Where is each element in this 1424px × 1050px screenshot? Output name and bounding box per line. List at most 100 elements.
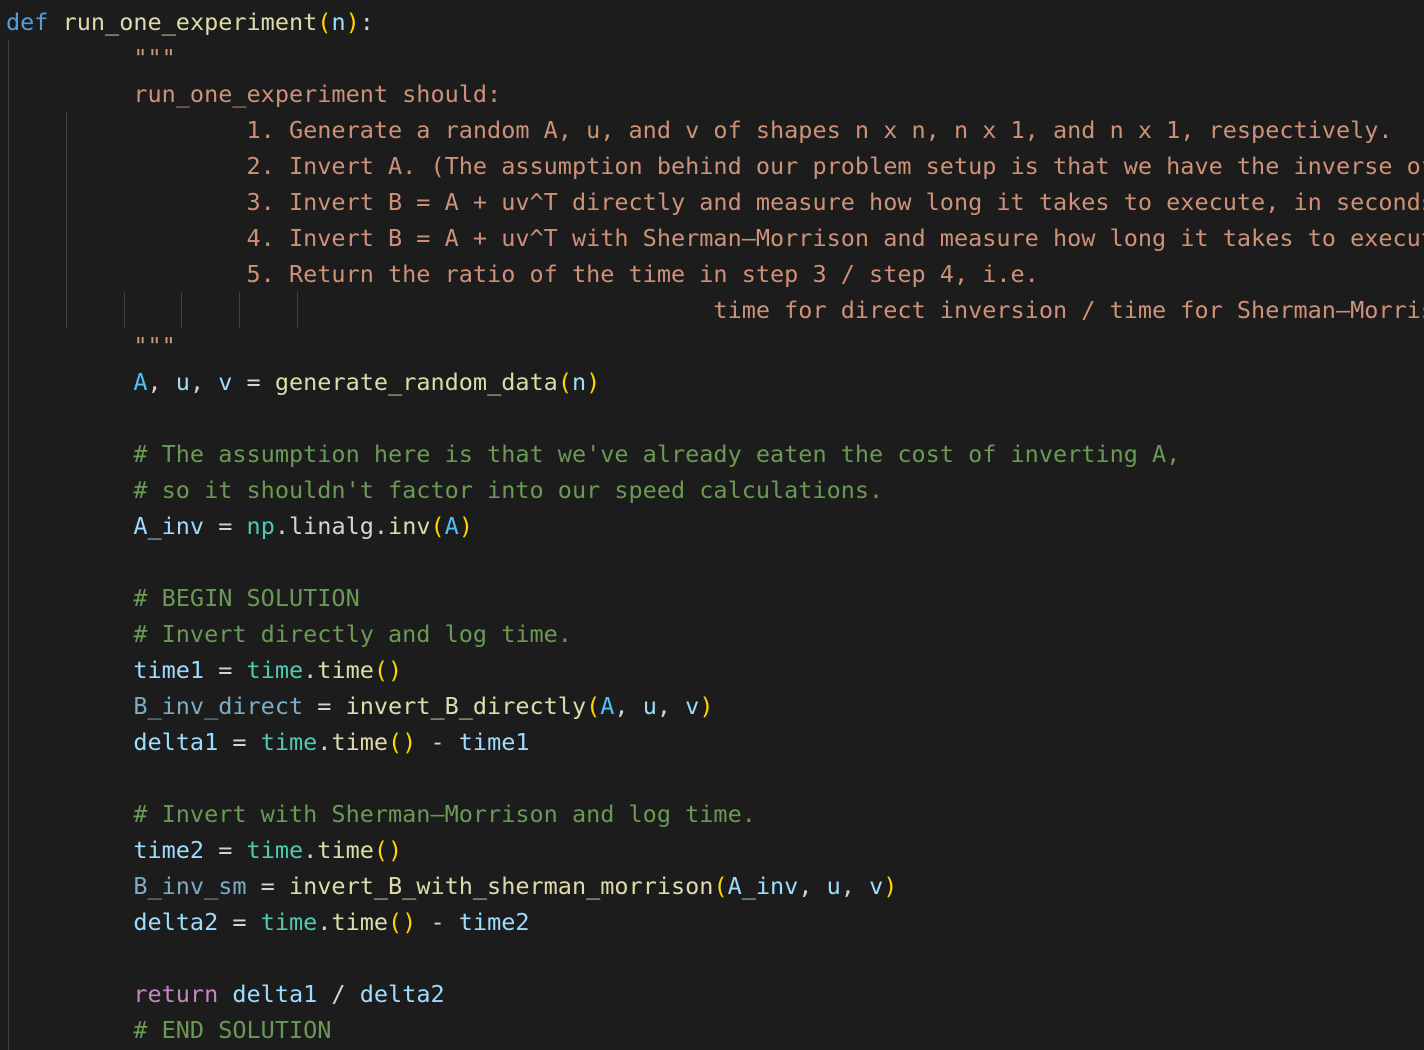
colon: : — [359, 8, 374, 36]
comment-begin-solution: # BEGIN SOLUTION — [133, 584, 360, 612]
comma: , — [147, 368, 176, 396]
assign-op: = — [218, 908, 261, 936]
assign-op: = — [246, 872, 289, 900]
docstring-ratio: time for direct inversion / time for She… — [713, 296, 1424, 324]
call-invert-B-with-sherman-morrison: invert_B_with_sherman_morrison — [288, 872, 714, 900]
comma: , — [798, 872, 827, 900]
assign-op: = — [204, 836, 247, 864]
attr-linalg: linalg — [289, 512, 374, 540]
var-B-inv-sm: B_inv_sm — [133, 872, 247, 900]
minus-op: - — [416, 728, 459, 756]
var-delta1: delta1 — [133, 728, 219, 756]
docstring-open: """ — [133, 44, 176, 72]
comment-invert-directly: # Invert directly and log time. — [133, 620, 572, 648]
arg-v: v — [685, 692, 700, 720]
paren: ( — [557, 368, 572, 396]
paren: () — [373, 656, 403, 684]
paren: ) — [699, 692, 714, 720]
paren: ( — [430, 512, 445, 540]
var-B-inv-direct: B_inv_direct — [133, 692, 304, 720]
arg-u: u — [642, 692, 657, 720]
paren: () — [388, 728, 417, 756]
paren: ) — [458, 512, 473, 540]
code-line-29[interactable]: # END SOLUTION — [6, 1012, 331, 1048]
arg-A: A — [444, 512, 459, 540]
keyword-def: def — [6, 8, 49, 36]
code-line-24[interactable]: time2 = time.time() — [6, 832, 402, 868]
var-A: A — [133, 368, 148, 396]
docstring-step-4: 4. Invert B = A + uv^T with Sherman–Morr… — [246, 224, 1424, 252]
call-time: time — [317, 656, 374, 684]
var-time1: time1 — [458, 728, 530, 756]
paren: ( — [317, 8, 332, 36]
code-line-18[interactable]: # Invert directly and log time. — [6, 616, 572, 652]
comment-assumption: # The assumption here is that we've alre… — [133, 440, 1181, 468]
var-v: v — [218, 368, 233, 396]
code-line-26[interactable]: delta2 = time.time() - time2 — [6, 904, 530, 940]
module-np: np — [246, 512, 275, 540]
code-line-6[interactable]: 3. Invert B = A + uv^T directly and meas… — [6, 184, 1424, 220]
code-line-23[interactable]: # Invert with Sherman–Morrison and log t… — [6, 796, 756, 832]
comma: , — [840, 872, 870, 900]
comment-speed: # so it shouldn't factor into our speed … — [133, 476, 884, 504]
call-time: time — [331, 908, 389, 936]
docstring-text: run_one_experiment should: — [133, 80, 502, 108]
param-n: n — [331, 8, 346, 36]
code-line-9[interactable]: time for direct inversion / time for She… — [6, 292, 1424, 328]
assign-op: = — [204, 512, 247, 540]
code-line-3[interactable]: run_one_experiment should: — [6, 76, 501, 112]
var-time2: time2 — [458, 908, 530, 936]
code-line-25[interactable]: B_inv_sm = invert_B_with_sherman_morriso… — [6, 868, 897, 904]
assign-op: = — [204, 656, 247, 684]
assign-op: = — [303, 692, 346, 720]
code-line-15[interactable]: A_inv = np.linalg.inv(A) — [6, 508, 473, 544]
code-line-10[interactable]: """ — [6, 328, 175, 364]
comment-invert-sherman: # Invert with Sherman–Morrison and log t… — [133, 800, 756, 828]
code-line-19[interactable]: time1 = time.time() — [6, 652, 402, 688]
code-line-4[interactable]: 1. Generate a random A, u, and v of shap… — [6, 112, 1393, 148]
call-time: time — [317, 836, 374, 864]
arg-A: A — [600, 692, 615, 720]
dot: . — [303, 836, 318, 864]
module-time: time — [246, 656, 304, 684]
var-A-inv: A_inv — [133, 512, 205, 540]
code-line-14[interactable]: # so it shouldn't factor into our speed … — [6, 472, 883, 508]
code-line-21[interactable]: delta1 = time.time() - time1 — [6, 724, 530, 760]
paren: () — [373, 836, 403, 864]
code-line-8[interactable]: 5. Return the ratio of the time in step … — [6, 256, 1039, 292]
code-line-5[interactable]: 2. Invert A. (The assumption behind our … — [6, 148, 1424, 184]
code-line-2[interactable]: """ — [6, 40, 176, 76]
module-time: time — [260, 908, 318, 936]
assign-op: = — [232, 368, 275, 396]
code-line-17[interactable]: # BEGIN SOLUTION — [6, 580, 360, 616]
code-line-7[interactable]: 4. Invert B = A + uv^T with Sherman–Morr… — [6, 220, 1424, 256]
docstring-step-3: 3. Invert B = A + uv^T directly and meas… — [246, 188, 1424, 216]
function-name: run_one_experiment — [62, 8, 318, 36]
code-line-11[interactable]: A, u, v = generate_random_data(n) — [6, 364, 600, 400]
paren: ( — [586, 692, 601, 720]
keyword-return: return — [133, 980, 219, 1008]
docstring-step-2: 2. Invert A. (The assumption behind our … — [246, 152, 1424, 180]
arg-A-inv: A_inv — [727, 872, 799, 900]
code-line-13[interactable]: # The assumption here is that we've alre… — [6, 436, 1180, 472]
var-delta1: delta1 — [232, 980, 318, 1008]
divide-op: / — [317, 980, 360, 1008]
code-editor[interactable]: def run_one_experiment(n): """ run_one_e… — [0, 0, 1424, 1050]
call-time: time — [331, 728, 389, 756]
paren: ) — [586, 368, 601, 396]
comma: , — [656, 692, 686, 720]
code-line-20[interactable]: B_inv_direct = invert_B_directly(A, u, v… — [6, 688, 713, 724]
var-u: u — [175, 368, 190, 396]
paren: () — [388, 908, 417, 936]
paren: ( — [713, 872, 728, 900]
code-line-1[interactable]: def run_one_experiment(n): — [6, 4, 374, 40]
paren: ) — [345, 8, 360, 36]
paren: ) — [883, 872, 898, 900]
comment-end-solution: # END SOLUTION — [133, 1016, 332, 1044]
dot: . — [274, 512, 289, 540]
module-time: time — [246, 836, 304, 864]
dot: . — [303, 656, 318, 684]
comma: , — [614, 692, 643, 720]
code-line-28[interactable]: return delta1 / delta2 — [6, 976, 444, 1012]
